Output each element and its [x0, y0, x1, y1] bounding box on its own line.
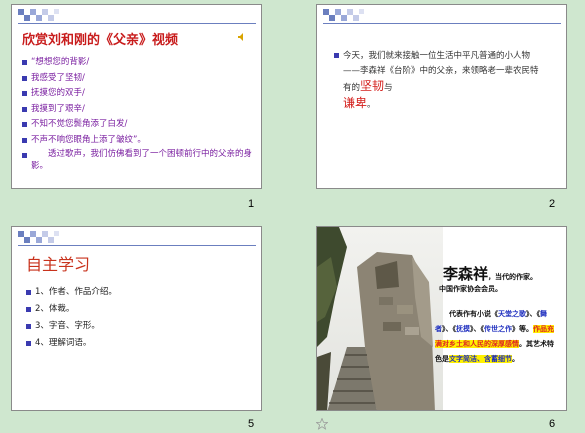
author-heading: 李森祥，当代的作家。 — [443, 265, 538, 283]
slide-title: 自主学习 — [26, 255, 91, 274]
slide-thumbnail-1[interactable]: 欣赏刘和刚的《父亲》视频 “想想您的背影/ 我感受了坚韧/ 抚摸您的双手/ 我摸… — [11, 4, 262, 189]
bullet-icon — [26, 341, 31, 346]
bullet-icon — [334, 53, 339, 58]
header-divider — [323, 23, 561, 24]
highlight-word: 坚韧 — [360, 79, 385, 93]
slide-number: 5 — [248, 418, 255, 430]
list-item: 4、理解词语。 — [26, 335, 117, 352]
checker-decoration-icon — [18, 9, 59, 21]
header-divider — [18, 245, 256, 246]
bullet-icon — [22, 75, 27, 81]
star-icon[interactable] — [316, 418, 328, 430]
study-list: 1、作者、作品介绍。 2、体裁。 3、字音、字形。 4、理解词语。 — [26, 284, 117, 352]
slide-title: 欣赏刘和刚的《父亲》视频 — [22, 33, 179, 48]
bullet-icon — [22, 60, 27, 65]
bullet-icon — [22, 91, 27, 96]
list-item: 透过歌声，我们仿佛看到了一个困顿前行中的父亲的身影。 — [22, 148, 258, 172]
slide-number: 1 — [248, 198, 255, 210]
bullet-icon — [26, 290, 31, 295]
bullet-icon — [22, 106, 27, 112]
bullet-icon — [22, 137, 27, 143]
lyrics-list: “想想您的背影/ 我感受了坚韧/ 抚摸您的双手/ 我摸到了艰辛/ 不知不觉您鬓角… — [22, 55, 258, 172]
stone-steps-photo — [317, 227, 443, 410]
slide-number: 6 — [549, 418, 556, 430]
paragraph-text: 透过歌声，我们仿佛看到了一个困顿前行中的父亲的身影。 — [31, 149, 253, 171]
list-item: 不知不觉您鬓角添了白发/ — [22, 117, 258, 133]
checker-decoration-icon — [18, 231, 59, 243]
list-item: 抚摸您的双手/ — [22, 86, 258, 102]
list-item: 我摸到了艰辛/ — [22, 102, 258, 118]
list-item: 不声不响您眼角上添了皱纹”。 — [22, 133, 258, 149]
slide-number: 2 — [549, 198, 556, 210]
header-divider — [18, 23, 256, 24]
list-item: 3、字音、字形。 — [26, 318, 117, 335]
bullet-icon — [22, 122, 27, 127]
list-item: 2、体裁。 — [26, 301, 117, 318]
intro-paragraph: 今天，我们就来接触一位生活中平凡普通的小人物——李森祥《台阶》中的父亲，来领略老… — [343, 51, 539, 110]
list-item: “想想您的背影/ — [22, 55, 258, 71]
bullet-icon — [26, 324, 31, 329]
slide-thumbnail-2[interactable]: 今天，我们就来接触一位生活中平凡普通的小人物——李森祥《台阶》中的父亲，来领略老… — [316, 4, 567, 189]
speaker-icon[interactable] — [238, 33, 246, 41]
list-item: 我感受了坚韧/ — [22, 71, 258, 87]
checker-decoration-icon — [323, 9, 364, 21]
highlight-word: 谦卑 — [343, 96, 368, 110]
bullet-icon — [26, 307, 31, 312]
slide-thumbnail-6[interactable]: 李森祥，当代的作家。 中国作家协会会员。 代表作有小说《天堂之歌》、《舞者》、《… — [316, 226, 567, 411]
bullet-icon — [22, 153, 27, 158]
author-subtitle: 中国作家协会会员。 — [439, 285, 502, 293]
list-item: 1、作者、作品介绍。 — [26, 284, 117, 301]
slide-thumbnail-5[interactable]: 自主学习 1、作者、作品介绍。 2、体裁。 3、字音、字形。 4、理解词语。 — [11, 226, 262, 411]
author-works-paragraph: 代表作有小说《天堂之歌》、《舞者》、《抚摸》、《传世之作》等。作品充满对乡土和人… — [435, 310, 554, 363]
